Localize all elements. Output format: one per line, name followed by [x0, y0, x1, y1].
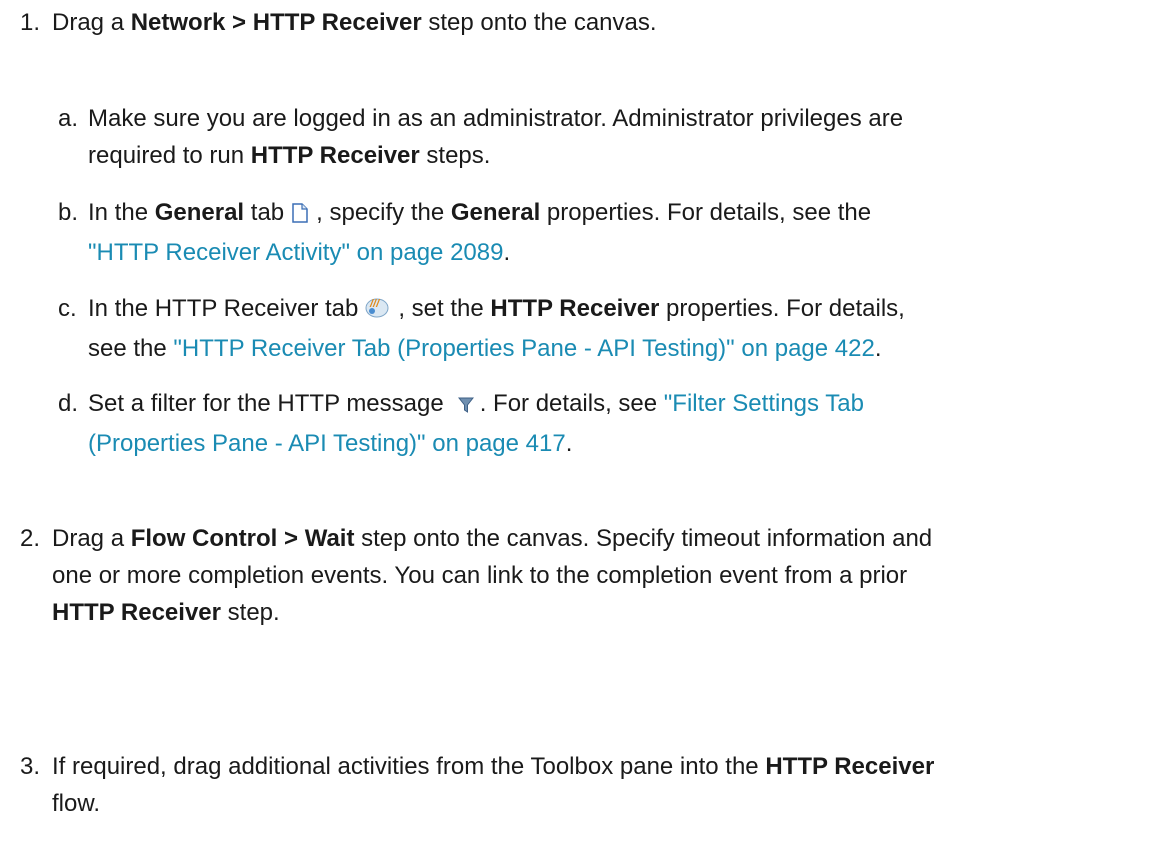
substep-text: In the General tab, specify the General …: [88, 197, 872, 266]
substep-letter: a.: [58, 105, 79, 132]
step-number: 1.: [20, 9, 41, 36]
step-text: If required, drag additional activities …: [52, 753, 935, 817]
document-body: 1. Drag a Network > HTTP Receiver step o…: [0, 0, 1175, 848]
step-number: 3.: [20, 753, 41, 780]
http-receiver-icon: ///: [364, 293, 392, 330]
substep-letter: d.: [58, 390, 79, 417]
filter-settings-link-cont[interactable]: (Properties Pane - API Testing)" on page…: [88, 430, 566, 457]
filter-icon: [457, 388, 474, 425]
substep-b: b. In the General tab, specify the Gener…: [58, 194, 1158, 274]
step-1: 1. Drag a Network > HTTP Receiver step o…: [20, 4, 1160, 44]
substep-text: Set a filter for the HTTP message. For d…: [88, 388, 864, 457]
substep-text: In the HTTP Receiver tab///, set the HTT…: [88, 293, 905, 362]
substep-letter: c.: [58, 295, 77, 322]
step-text: Drag a Flow Control > Wait step onto the…: [52, 525, 933, 626]
substep-c: c. In the HTTP Receiver tab///, set the …: [58, 290, 1158, 370]
step-text: Drag a Network > HTTP Receiver step onto…: [52, 9, 657, 36]
step-2: 2. Drag a Flow Control > Wait step onto …: [20, 520, 1160, 635]
substep-text: Make sure you are logged in as an admini…: [88, 105, 904, 169]
step-3: 3. If required, drag additional activiti…: [20, 748, 1165, 828]
http-receiver-tab-link[interactable]: "HTTP Receiver Tab (Properties Pane - AP…: [173, 335, 874, 362]
http-receiver-activity-link[interactable]: "HTTP Receiver Activity" on page 2089: [88, 239, 503, 266]
substep-d: d. Set a filter for the HTTP message. Fo…: [58, 385, 1158, 465]
substep-letter: b.: [58, 199, 79, 226]
document-icon: [292, 197, 308, 234]
step-number: 2.: [20, 525, 41, 552]
substep-a: a. Make sure you are logged in as an adm…: [58, 100, 1158, 180]
filter-settings-link[interactable]: "Filter Settings Tab: [664, 390, 864, 417]
